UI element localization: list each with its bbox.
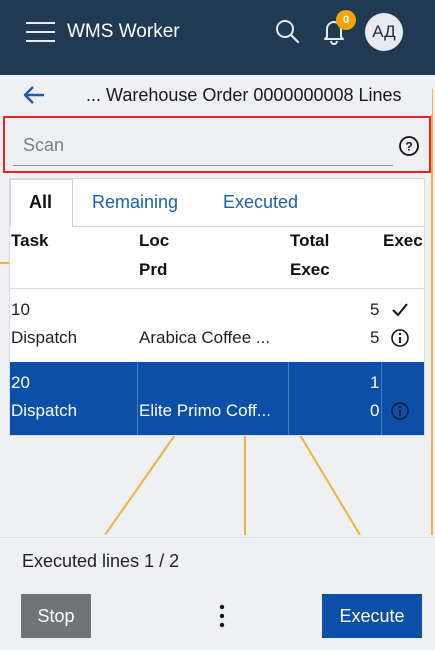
- row-task-number: 10: [11, 300, 30, 319]
- column-divider: [137, 362, 138, 435]
- check-icon: [392, 303, 408, 317]
- row-task-type: Dispatch: [11, 328, 78, 347]
- col-header-exec-status: Exec: [383, 231, 423, 250]
- table-row[interactable]: 10 Dispatch Arabica Coffee ... 5 5: [10, 288, 424, 361]
- col-header-prd: Prd: [139, 260, 168, 279]
- info-icon[interactable]: [390, 328, 410, 348]
- tab-remaining[interactable]: Remaining: [92, 192, 178, 213]
- top-app-bar: WMS Worker 0 АД: [0, 0, 435, 75]
- column-divider: [381, 362, 382, 435]
- column-divider: [288, 362, 289, 435]
- table-row-selected[interactable]: 20 Dispatch Elite Primo Coff... 1 0: [10, 362, 424, 435]
- stop-button[interactable]: Stop: [21, 594, 91, 638]
- hamburger-menu-icon[interactable]: [26, 22, 55, 44]
- row-product: Arabica Coffee ...: [139, 328, 271, 347]
- svg-text:?: ?: [405, 140, 412, 154]
- more-options-icon[interactable]: [213, 603, 231, 629]
- row-task-number: 20: [11, 373, 30, 392]
- row-total: 1: [370, 373, 380, 392]
- row-task-type: Dispatch: [11, 401, 78, 420]
- tab-executed[interactable]: Executed: [223, 192, 298, 213]
- col-header-loc: Loc: [139, 231, 170, 250]
- row-product: Elite Primo Coff...: [139, 401, 271, 420]
- page-title: ... Warehouse Order 0000000008 Lines: [86, 85, 402, 105]
- row-exec: 0: [370, 401, 380, 420]
- col-header-total: Total: [290, 231, 330, 250]
- footer-bar: Executed lines 1 / 2 Stop Execute: [0, 537, 435, 650]
- executed-lines-status: Executed lines 1 / 2: [22, 551, 180, 571]
- lines-card: All Remaining Executed Task Loc Prd Tota…: [9, 178, 425, 436]
- row-total: 5: [370, 300, 380, 319]
- tab-bar: All Remaining Executed: [10, 179, 424, 227]
- search-icon[interactable]: [274, 18, 300, 44]
- col-header-task: Task: [11, 231, 49, 250]
- help-icon[interactable]: ?: [398, 135, 420, 157]
- col-header-exec: Exec: [290, 260, 330, 279]
- back-arrow-icon[interactable]: [22, 84, 46, 106]
- app-title: WMS Worker: [67, 21, 180, 42]
- notification-badge: 0: [336, 10, 356, 30]
- user-avatar[interactable]: АД: [365, 13, 403, 51]
- row-exec: 5: [370, 328, 380, 347]
- scan-input[interactable]: [13, 126, 393, 166]
- execute-button[interactable]: Execute: [322, 594, 422, 638]
- tab-all[interactable]: All: [29, 192, 52, 213]
- scan-field-container: ?: [3, 116, 431, 173]
- info-icon[interactable]: [390, 401, 410, 421]
